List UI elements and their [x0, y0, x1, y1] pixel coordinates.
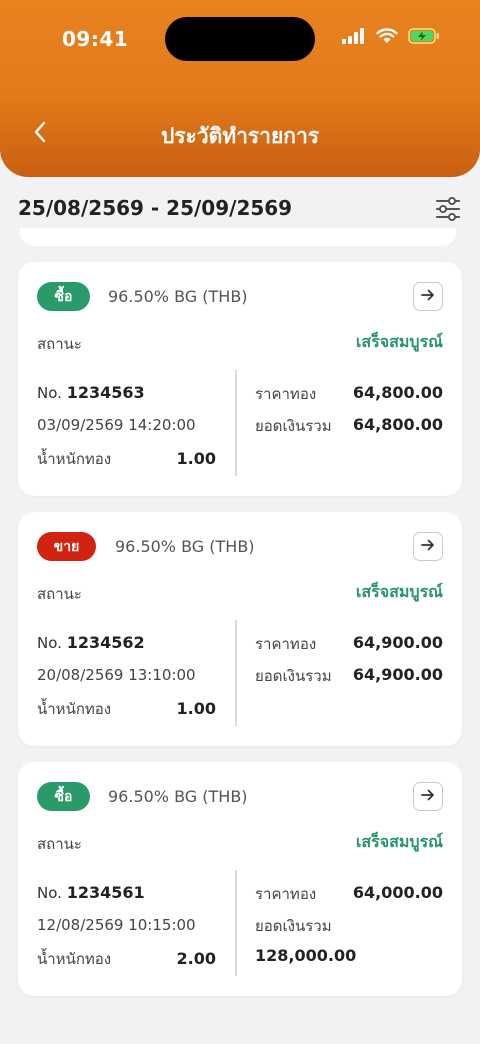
- transaction-card[interactable]: ซื้อ 96.50% BG (THB) สถานะ เสร็จสมบูรณ์ …: [18, 762, 462, 996]
- price-label: ราคาทอง: [255, 385, 317, 403]
- sliders-icon: [434, 197, 462, 226]
- no-value: 1234561: [66, 883, 145, 902]
- no-label: No.: [37, 384, 62, 402]
- price-value: 64,900.00: [352, 633, 443, 652]
- divider: [235, 870, 237, 976]
- arrow-right-icon: [420, 287, 436, 306]
- arrow-right-icon: [420, 787, 436, 806]
- price-label: ราคาทอง: [255, 635, 317, 653]
- transaction-number: No. 1234562: [37, 633, 145, 652]
- total-label: ยอดเงินรวม: [255, 917, 332, 935]
- status-value: เสร็จสมบูรณ์: [355, 582, 443, 601]
- weight-label: น้ำหนักทอง: [37, 450, 112, 468]
- product-name: 96.50% BG (THB): [108, 787, 248, 806]
- transaction-card[interactable]: ขาย 96.50% BG (THB) สถานะ เสร็จสมบูรณ์ N…: [18, 512, 462, 746]
- no-value: 1234562: [66, 633, 145, 652]
- total-label: ยอดเงินรวม: [255, 667, 332, 685]
- open-detail-button[interactable]: [413, 282, 443, 311]
- transaction-card[interactable]: ซื้อ 96.50% BG (THB) สถานะ เสร็จสมบูรณ์ …: [18, 262, 462, 496]
- signal-icon: [342, 28, 366, 48]
- transaction-number: No. 1234563: [37, 383, 145, 402]
- no-label: No.: [37, 884, 62, 902]
- transaction-type-badge: ซื้อ: [37, 282, 90, 311]
- transaction-datetime: 03/09/2569 14:20:00: [37, 416, 196, 434]
- status-label: สถานะ: [37, 835, 82, 853]
- arrow-right-icon: [420, 537, 436, 556]
- no-value: 1234563: [66, 383, 145, 402]
- transaction-datetime: 12/08/2569 10:15:00: [37, 916, 196, 934]
- product-name: 96.50% BG (THB): [115, 537, 255, 556]
- no-label: No.: [37, 634, 62, 652]
- weight-value: 1.00: [176, 449, 216, 468]
- weight-label: น้ำหนักทอง: [37, 700, 112, 718]
- price-value: 64,800.00: [352, 383, 443, 402]
- divider: [235, 620, 237, 726]
- date-range-label[interactable]: 25/08/2569 - 25/09/2569: [18, 196, 292, 220]
- total-value: 64,800.00: [352, 415, 443, 434]
- open-detail-button[interactable]: [413, 532, 443, 561]
- status-label: สถานะ: [37, 335, 82, 353]
- status-time: 09:41: [62, 27, 129, 51]
- product-name: 96.50% BG (THB): [108, 287, 248, 306]
- dynamic-island: [165, 17, 315, 61]
- price-label: ราคาทอง: [255, 885, 317, 903]
- open-detail-button[interactable]: [413, 782, 443, 811]
- weight-value: 1.00: [176, 699, 216, 718]
- page-title: ประวัติทำรายการ: [160, 124, 320, 148]
- transaction-type-badge: ขาย: [37, 532, 96, 561]
- transaction-type-badge: ซื้อ: [37, 782, 90, 811]
- status-icons: [342, 28, 440, 48]
- total-value: 128,000.00: [255, 946, 357, 965]
- status-label: สถานะ: [37, 585, 82, 603]
- status-value: เสร็จสมบูรณ์: [355, 332, 443, 351]
- app-header: 09:41 ประวัติทำรายการ: [0, 0, 480, 177]
- filter-button[interactable]: [434, 196, 462, 222]
- previous-card-edge: [20, 228, 456, 246]
- transaction-number: No. 1234561: [37, 883, 145, 902]
- transaction-datetime: 20/08/2569 13:10:00: [37, 666, 196, 684]
- total-value: 64,900.00: [352, 665, 443, 684]
- wifi-icon: [376, 28, 398, 48]
- price-value: 64,000.00: [352, 883, 443, 902]
- weight-label: น้ำหนักทอง: [37, 950, 112, 968]
- divider: [235, 370, 237, 476]
- weight-value: 2.00: [176, 949, 216, 968]
- status-value: เสร็จสมบูรณ์: [355, 832, 443, 851]
- total-label: ยอดเงินรวม: [255, 417, 332, 435]
- battery-charging-icon: [408, 28, 440, 48]
